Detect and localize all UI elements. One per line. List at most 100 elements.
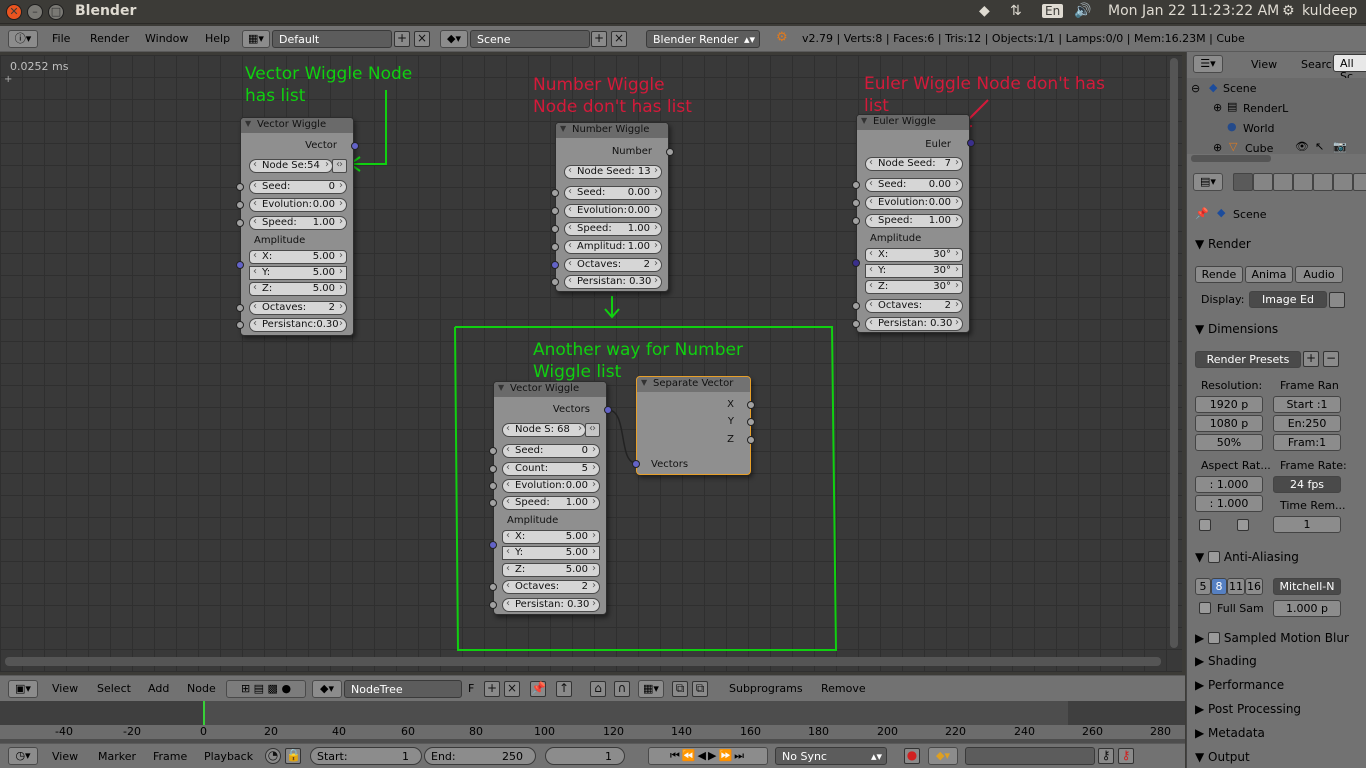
parent-icon[interactable]: ↑ — [556, 681, 572, 697]
octaves-field[interactable]: Octaves:2 — [564, 258, 662, 272]
output-socket[interactable] — [747, 418, 755, 426]
amp-y-field[interactable]: Y:5.00 — [249, 266, 347, 280]
add-preset-icon[interactable]: + — [1303, 351, 1319, 367]
input-socket[interactable] — [551, 278, 559, 286]
amp-x-field[interactable]: X:5.00 — [502, 530, 600, 544]
output-panel-header[interactable]: ▼ Output — [1195, 750, 1250, 764]
octaves-field[interactable]: Octaves:2 — [502, 580, 600, 594]
remove-tree-icon[interactable]: × — [504, 681, 520, 697]
tree-type-icons[interactable]: ⊞ ▤ ▩ ● — [226, 680, 306, 698]
current-frame-marker[interactable] — [203, 701, 205, 725]
end-frame-field[interactable]: En:250 — [1273, 415, 1341, 432]
tree-item-scene[interactable]: Scene — [1223, 82, 1257, 95]
amp-z-field[interactable]: Z:5.00 — [249, 282, 347, 296]
start-frame-field[interactable]: Start :1 — [1273, 396, 1341, 413]
remove-menu[interactable]: Remove — [821, 682, 866, 695]
shading-panel-header[interactable]: ▶ Shading — [1195, 654, 1257, 668]
resolution-y-field[interactable]: 1080 p — [1195, 415, 1263, 432]
editor-type-node-icon[interactable]: ▣▾ — [8, 680, 38, 698]
amp-z-field[interactable]: Z:5.00 — [502, 563, 600, 577]
input-socket[interactable] — [489, 447, 497, 455]
amp-x-field[interactable]: X:30° — [865, 248, 963, 262]
vector-wiggle-list-node[interactable]: Vector Wiggle Vectors Node S: 68 Seed:0 … — [489, 381, 612, 615]
node-header[interactable]: Number Wiggle — [556, 123, 668, 138]
performance-panel-header[interactable]: ▶ Performance — [1195, 678, 1284, 692]
editor-type-timeline-icon[interactable]: ◷▾ — [8, 747, 38, 765]
octaves-field[interactable]: Octaves:2 — [249, 301, 347, 315]
output-socket[interactable] — [604, 406, 612, 414]
display-select[interactable]: Image Ed — [1249, 291, 1327, 308]
end-frame-field[interactable]: End: 250 — [424, 747, 536, 765]
dimensions-panel-header[interactable]: ▼ Dimensions — [1195, 322, 1278, 336]
node-header[interactable]: Separate Vector — [637, 377, 750, 392]
input-socket[interactable] — [852, 302, 860, 310]
tree-item-cube[interactable]: Cube — [1245, 142, 1273, 155]
input-socket[interactable] — [489, 482, 497, 490]
aspect-x-field[interactable]: : 1.000 — [1195, 476, 1263, 493]
output-socket[interactable] — [747, 401, 755, 409]
input-socket[interactable] — [852, 217, 860, 225]
render-tab-camera-icon[interactable] — [1233, 173, 1253, 191]
motion-blur-panel-header[interactable]: ▶ Sampled Motion Blur — [1195, 630, 1349, 645]
filter-size-field[interactable]: 1.000 p — [1273, 600, 1341, 617]
seed-field[interactable]: Seed:0 — [249, 180, 347, 194]
resolution-x-field[interactable]: 1920 p — [1195, 396, 1263, 413]
input-socket[interactable] — [551, 207, 559, 215]
paste-icon[interactable]: ⧉ — [692, 681, 708, 697]
aa-samples-8[interactable]: 8 — [1211, 578, 1227, 595]
editor-type-outliner-icon[interactable]: ☰▾ — [1193, 55, 1223, 73]
constraints-tab-icon[interactable] — [1333, 173, 1353, 191]
aa-samples-5[interactable]: 5 — [1195, 578, 1211, 595]
input-socket[interactable] — [236, 201, 244, 209]
amp-y-field[interactable]: Y:30° — [865, 264, 963, 278]
input-socket[interactable] — [852, 181, 860, 189]
settings-gear-icon[interactable]: ⚙ — [1282, 3, 1295, 19]
amplitude-field[interactable]: Amplitud:1.00 — [564, 240, 662, 254]
input-socket[interactable] — [852, 259, 860, 267]
tree-item-renderlayers[interactable]: RenderL — [1243, 102, 1288, 115]
count-field[interactable]: Count:5 — [502, 462, 600, 476]
expand-icon[interactable]: ⊕ — [1213, 141, 1222, 154]
sync-mode-select[interactable]: No Sync ▴▾ — [775, 747, 887, 765]
animation-button[interactable]: Anima — [1245, 266, 1293, 283]
anti-aliasing-panel-header[interactable]: ▼ Anti-Aliasing — [1195, 549, 1299, 564]
output-socket[interactable] — [666, 148, 674, 156]
amp-x-field[interactable]: X:5.00 — [249, 250, 347, 264]
input-socket[interactable] — [489, 465, 497, 473]
world-tab-icon[interactable] — [1293, 173, 1313, 191]
octaves-field[interactable]: Octaves:2 — [865, 299, 963, 313]
editor-type-properties-icon[interactable]: ▤▾ — [1193, 173, 1223, 191]
add-tree-icon[interactable]: + — [484, 681, 500, 697]
input-socket[interactable] — [852, 320, 860, 328]
modifiers-tab-icon[interactable] — [1353, 173, 1366, 191]
output-socket[interactable] — [747, 436, 755, 444]
aa-samples-16[interactable]: 16 — [1245, 578, 1263, 595]
fake-user-button[interactable]: F — [468, 682, 474, 695]
speed-field[interactable]: Speed:1.00 — [249, 216, 347, 230]
outliner-hscrollbar[interactable] — [1191, 155, 1271, 162]
persistance-field[interactable]: Persistan: 0.30 — [865, 317, 963, 331]
menu-add[interactable]: Add — [148, 682, 169, 695]
menu-view[interactable]: View — [1251, 58, 1277, 71]
insert-keyframe-icon[interactable]: ⚷ — [1098, 748, 1114, 764]
speed-field[interactable]: Speed:1.00 — [502, 496, 600, 510]
preview-range-icon[interactable]: ◔ — [265, 748, 281, 764]
node-seed-field[interactable]: Node Seed: 13 — [564, 165, 662, 179]
username[interactable]: kuldeep — [1302, 3, 1357, 19]
output-socket[interactable] — [967, 139, 975, 147]
node-header[interactable]: Vector Wiggle — [494, 382, 606, 397]
node-tree-icon[interactable]: ◆▾ — [312, 680, 342, 698]
selectable-cursor-icon[interactable]: ↖ — [1315, 140, 1324, 153]
number-wiggle-node[interactable]: Number Wiggle Number Node Seed: 13 Seed:… — [551, 122, 674, 292]
speed-field[interactable]: Speed:1.00 — [865, 214, 963, 228]
euler-wiggle-node[interactable]: Euler Wiggle Euler Node Seed:7 Seed:0.00… — [852, 114, 975, 333]
output-socket[interactable] — [351, 142, 359, 150]
evolution-field[interactable]: Evolution:0.00 — [865, 196, 963, 210]
input-socket[interactable] — [551, 243, 559, 251]
render-layers-tab-icon[interactable] — [1253, 173, 1273, 191]
scene-tab-icon[interactable] — [1273, 173, 1293, 191]
menu-node[interactable]: Node — [187, 682, 216, 695]
menu-frame[interactable]: Frame — [153, 750, 187, 763]
time-remap-field[interactable]: 1 — [1273, 516, 1341, 533]
evolution-field[interactable]: Evolution:0.00 — [502, 479, 600, 493]
